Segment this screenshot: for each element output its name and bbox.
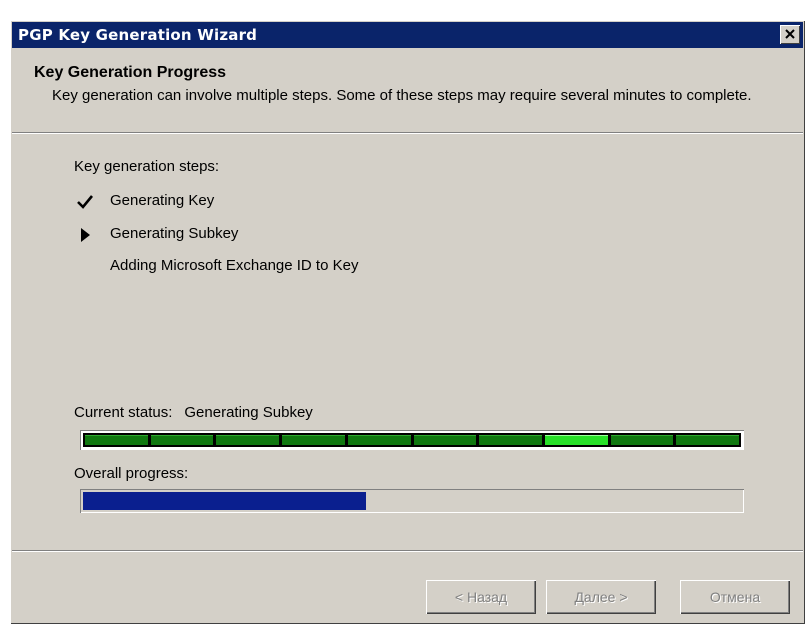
- activity-indicator: [80, 430, 744, 450]
- activity-segment: [282, 435, 345, 445]
- current-status: Current status: Generating Subkey: [74, 404, 313, 421]
- close-button[interactable]: [780, 25, 800, 44]
- activity-segment: [479, 435, 542, 445]
- step-label: Generating Key: [110, 192, 215, 209]
- activity-segment: [544, 435, 608, 445]
- overall-progress-bar: [80, 489, 744, 513]
- overall-progress-label: Overall progress:: [74, 465, 189, 482]
- steps-heading: Key generation steps:: [74, 158, 220, 175]
- footer-divider: [12, 550, 803, 552]
- next-button[interactable]: Далее >: [546, 580, 656, 614]
- title-bar[interactable]: PGP Key Generation Wizard: [12, 22, 803, 48]
- arrow-right-icon: [81, 228, 90, 242]
- activity-segment: [85, 435, 148, 445]
- status-label: Current status:: [74, 404, 173, 421]
- status-value: Generating Subkey: [184, 404, 313, 421]
- window-title: PGP Key Generation Wizard: [18, 26, 258, 44]
- activity-segment: [413, 435, 477, 445]
- step-label: Adding Microsoft Exchange ID to Key: [110, 257, 359, 274]
- close-icon: [785, 29, 795, 39]
- wizard-window: PGP Key Generation Wizard Key Generation…: [10, 20, 805, 624]
- step-label: Generating Subkey: [110, 225, 239, 242]
- activity-segment: [150, 435, 214, 445]
- page-title: Key Generation Progress: [34, 64, 227, 81]
- activity-segment: [610, 435, 674, 445]
- header-panel: Key Generation Progress Key generation c…: [12, 48, 803, 132]
- cancel-button[interactable]: Отмена: [680, 580, 790, 614]
- activity-segment: [216, 435, 280, 445]
- page-description: Key generation can involve multiple step…: [52, 87, 752, 104]
- header-divider: [12, 132, 803, 134]
- checkmark-icon: [77, 195, 94, 209]
- overall-progress-fill: [83, 492, 366, 510]
- activity-indicator-track: [83, 433, 741, 447]
- activity-segment: [347, 435, 411, 445]
- activity-segment: [676, 435, 740, 445]
- back-button[interactable]: < Назад: [426, 580, 536, 614]
